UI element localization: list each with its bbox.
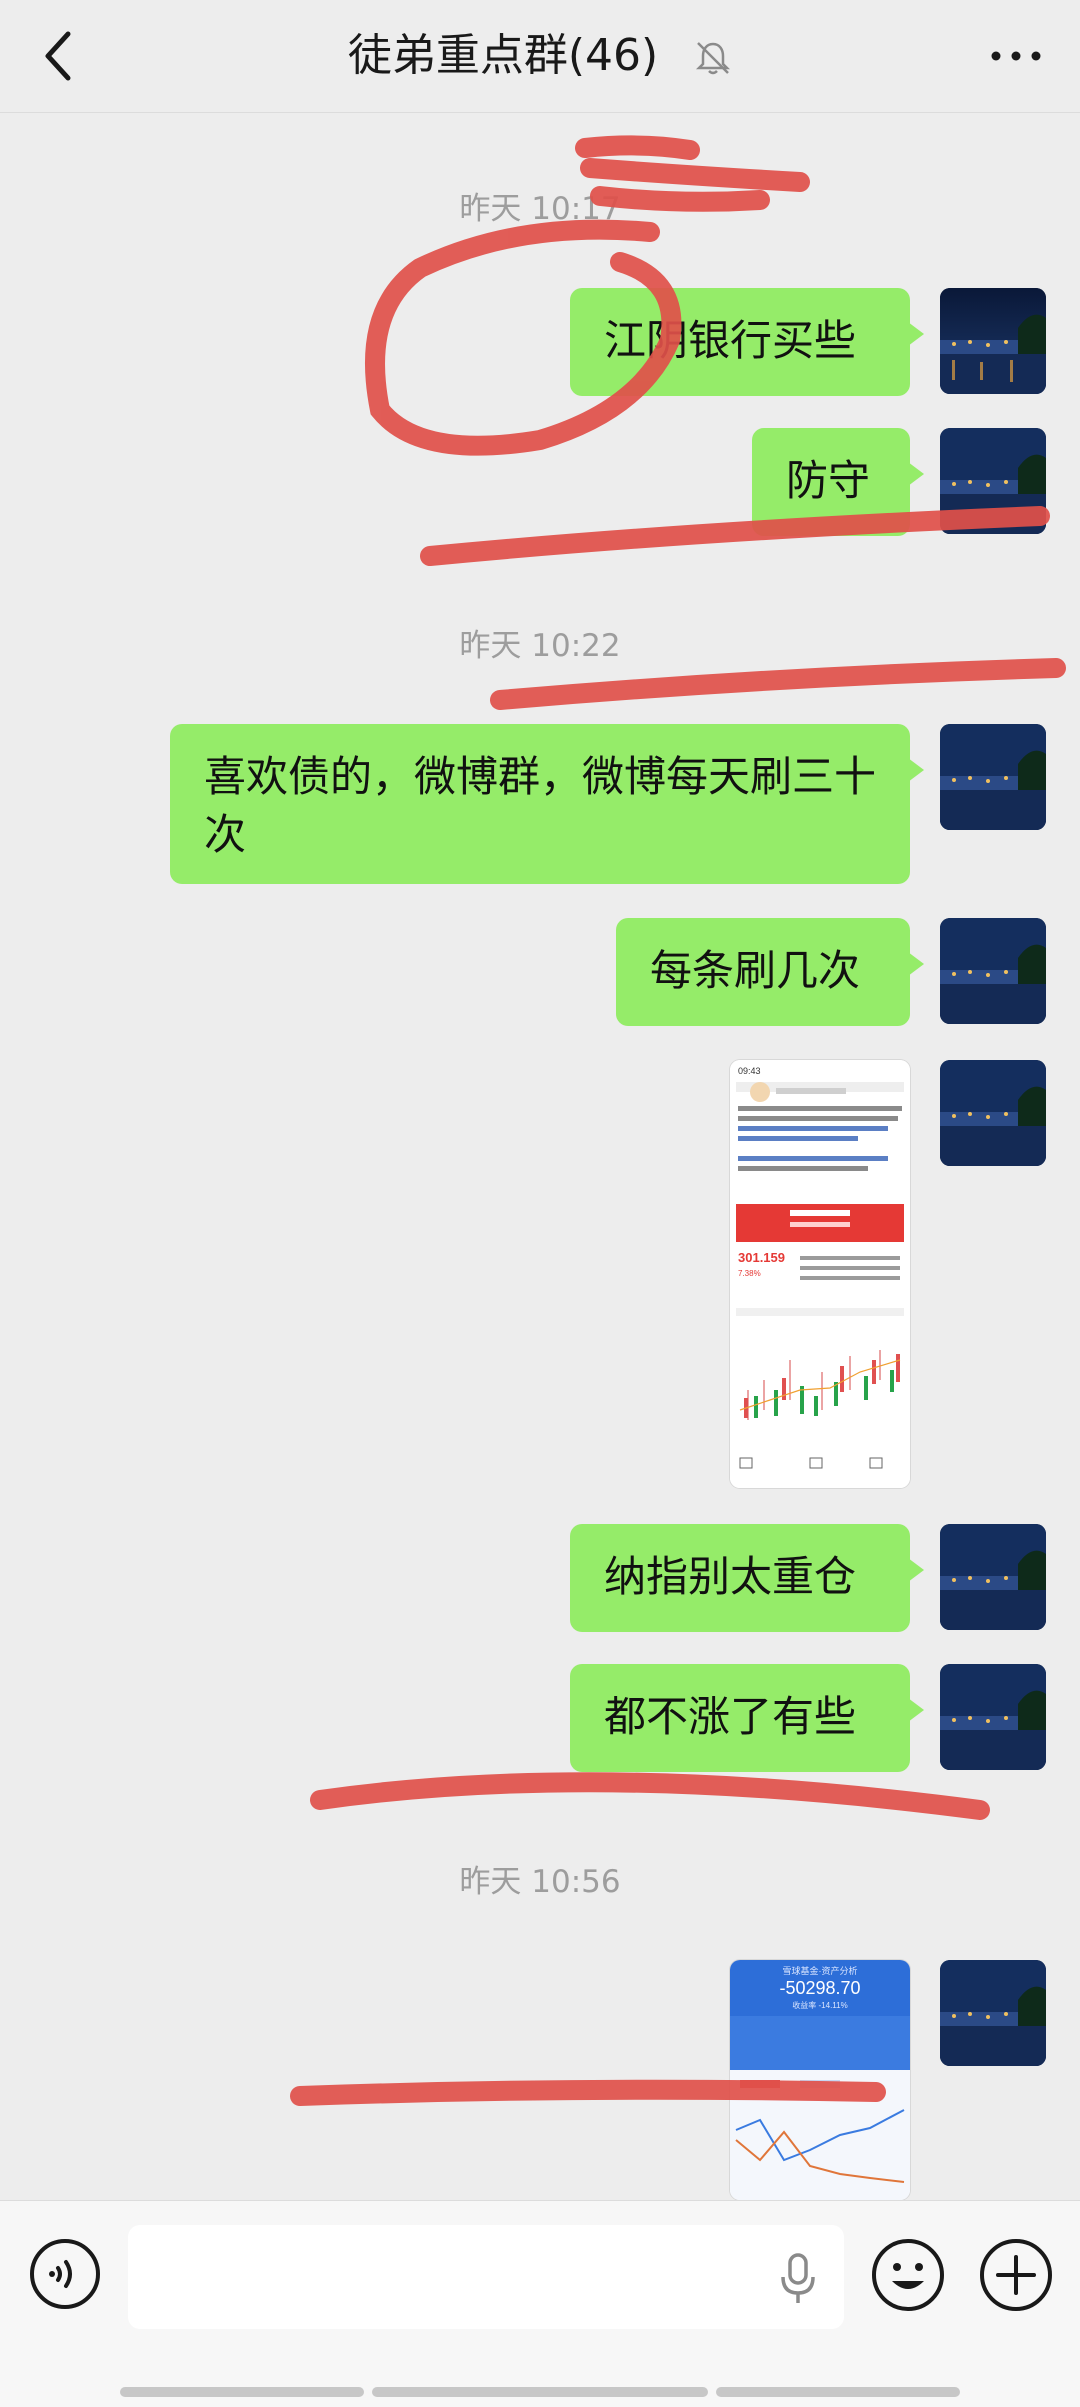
- image-message-stock-post[interactable]: 09:43 301.159 7.38%: [730, 1060, 910, 1488]
- avatar-night-scene: [940, 918, 1046, 1024]
- avatar[interactable]: [940, 428, 1046, 534]
- thumb-return-rate: 收益率 -14.11%: [792, 2000, 847, 2010]
- message-bubble[interactable]: 每条刷几次: [616, 918, 924, 1026]
- image-message-assets[interactable]: 雪球基金·资产分析 -50298.70 收益率 -14.11%: [730, 1960, 910, 2200]
- emoji-icon[interactable]: [870, 2237, 946, 2313]
- avatar[interactable]: [940, 918, 1046, 1024]
- top-bar: 徒弟重点群(46): [0, 0, 1080, 113]
- chat-title-wrap: 徒弟重点群(46): [0, 26, 1080, 86]
- avatar-night-scene: [940, 288, 1046, 394]
- avatar[interactable]: [940, 288, 1046, 394]
- avatar-night-scene: [940, 1960, 1046, 2066]
- chat-title: 徒弟重点群(46): [347, 30, 659, 81]
- plus-icon[interactable]: [978, 2237, 1054, 2313]
- timestamp: 昨天 10:17: [459, 191, 621, 227]
- timestamp: 昨天 10:22: [459, 628, 621, 664]
- thumb-quote-price: 301.159: [738, 1250, 785, 1265]
- avatar-night-scene: [940, 1524, 1046, 1630]
- message-bubble[interactable]: 都不涨了有些: [570, 1664, 924, 1772]
- avatar[interactable]: [940, 1060, 1046, 1166]
- message-bubble[interactable]: 防守: [752, 428, 924, 536]
- gesture-bar: [120, 2387, 960, 2397]
- message-bubble[interactable]: 喜欢债的，微博群，微博每天刷三十次: [170, 724, 924, 884]
- message-input[interactable]: [128, 2225, 844, 2329]
- input-bar: [0, 2200, 1080, 2407]
- avatar[interactable]: [940, 1664, 1046, 1770]
- message-bubble[interactable]: 江阴银行买些: [570, 288, 924, 396]
- timestamp: 昨天 10:56: [459, 1864, 621, 1900]
- thumb-quote-change: 7.38%: [738, 1269, 761, 1278]
- thumb-amount: -50298.70: [779, 1978, 860, 1998]
- avatar[interactable]: [940, 1524, 1046, 1630]
- red-annotation-overlay: [290, 135, 1066, 2106]
- voice-icon[interactable]: [28, 2237, 102, 2311]
- avatar-night-scene: [940, 724, 1046, 830]
- message-bubble[interactable]: 纳指别太重仓: [570, 1524, 924, 1632]
- stock-post-thumbnail: 09:43 301.159 7.38%: [730, 1060, 910, 1488]
- mute-bell-icon: [696, 42, 731, 75]
- assets-thumbnail: 雪球基金·资产分析 -50298.70 收益率 -14.11%: [730, 1960, 910, 2200]
- avatar[interactable]: [940, 1960, 1046, 2066]
- more-icon[interactable]: [988, 38, 1044, 74]
- avatar-night-scene: [940, 428, 1046, 534]
- avatar-night-scene: [940, 1060, 1046, 1166]
- thumb-app-name: 雪球基金·资产分析: [783, 1965, 858, 1976]
- mic-icon[interactable]: [778, 2251, 818, 2307]
- avatar-night-scene: [940, 1664, 1046, 1770]
- thumb-status-time: 09:43: [738, 1066, 761, 1076]
- avatar[interactable]: [940, 724, 1046, 830]
